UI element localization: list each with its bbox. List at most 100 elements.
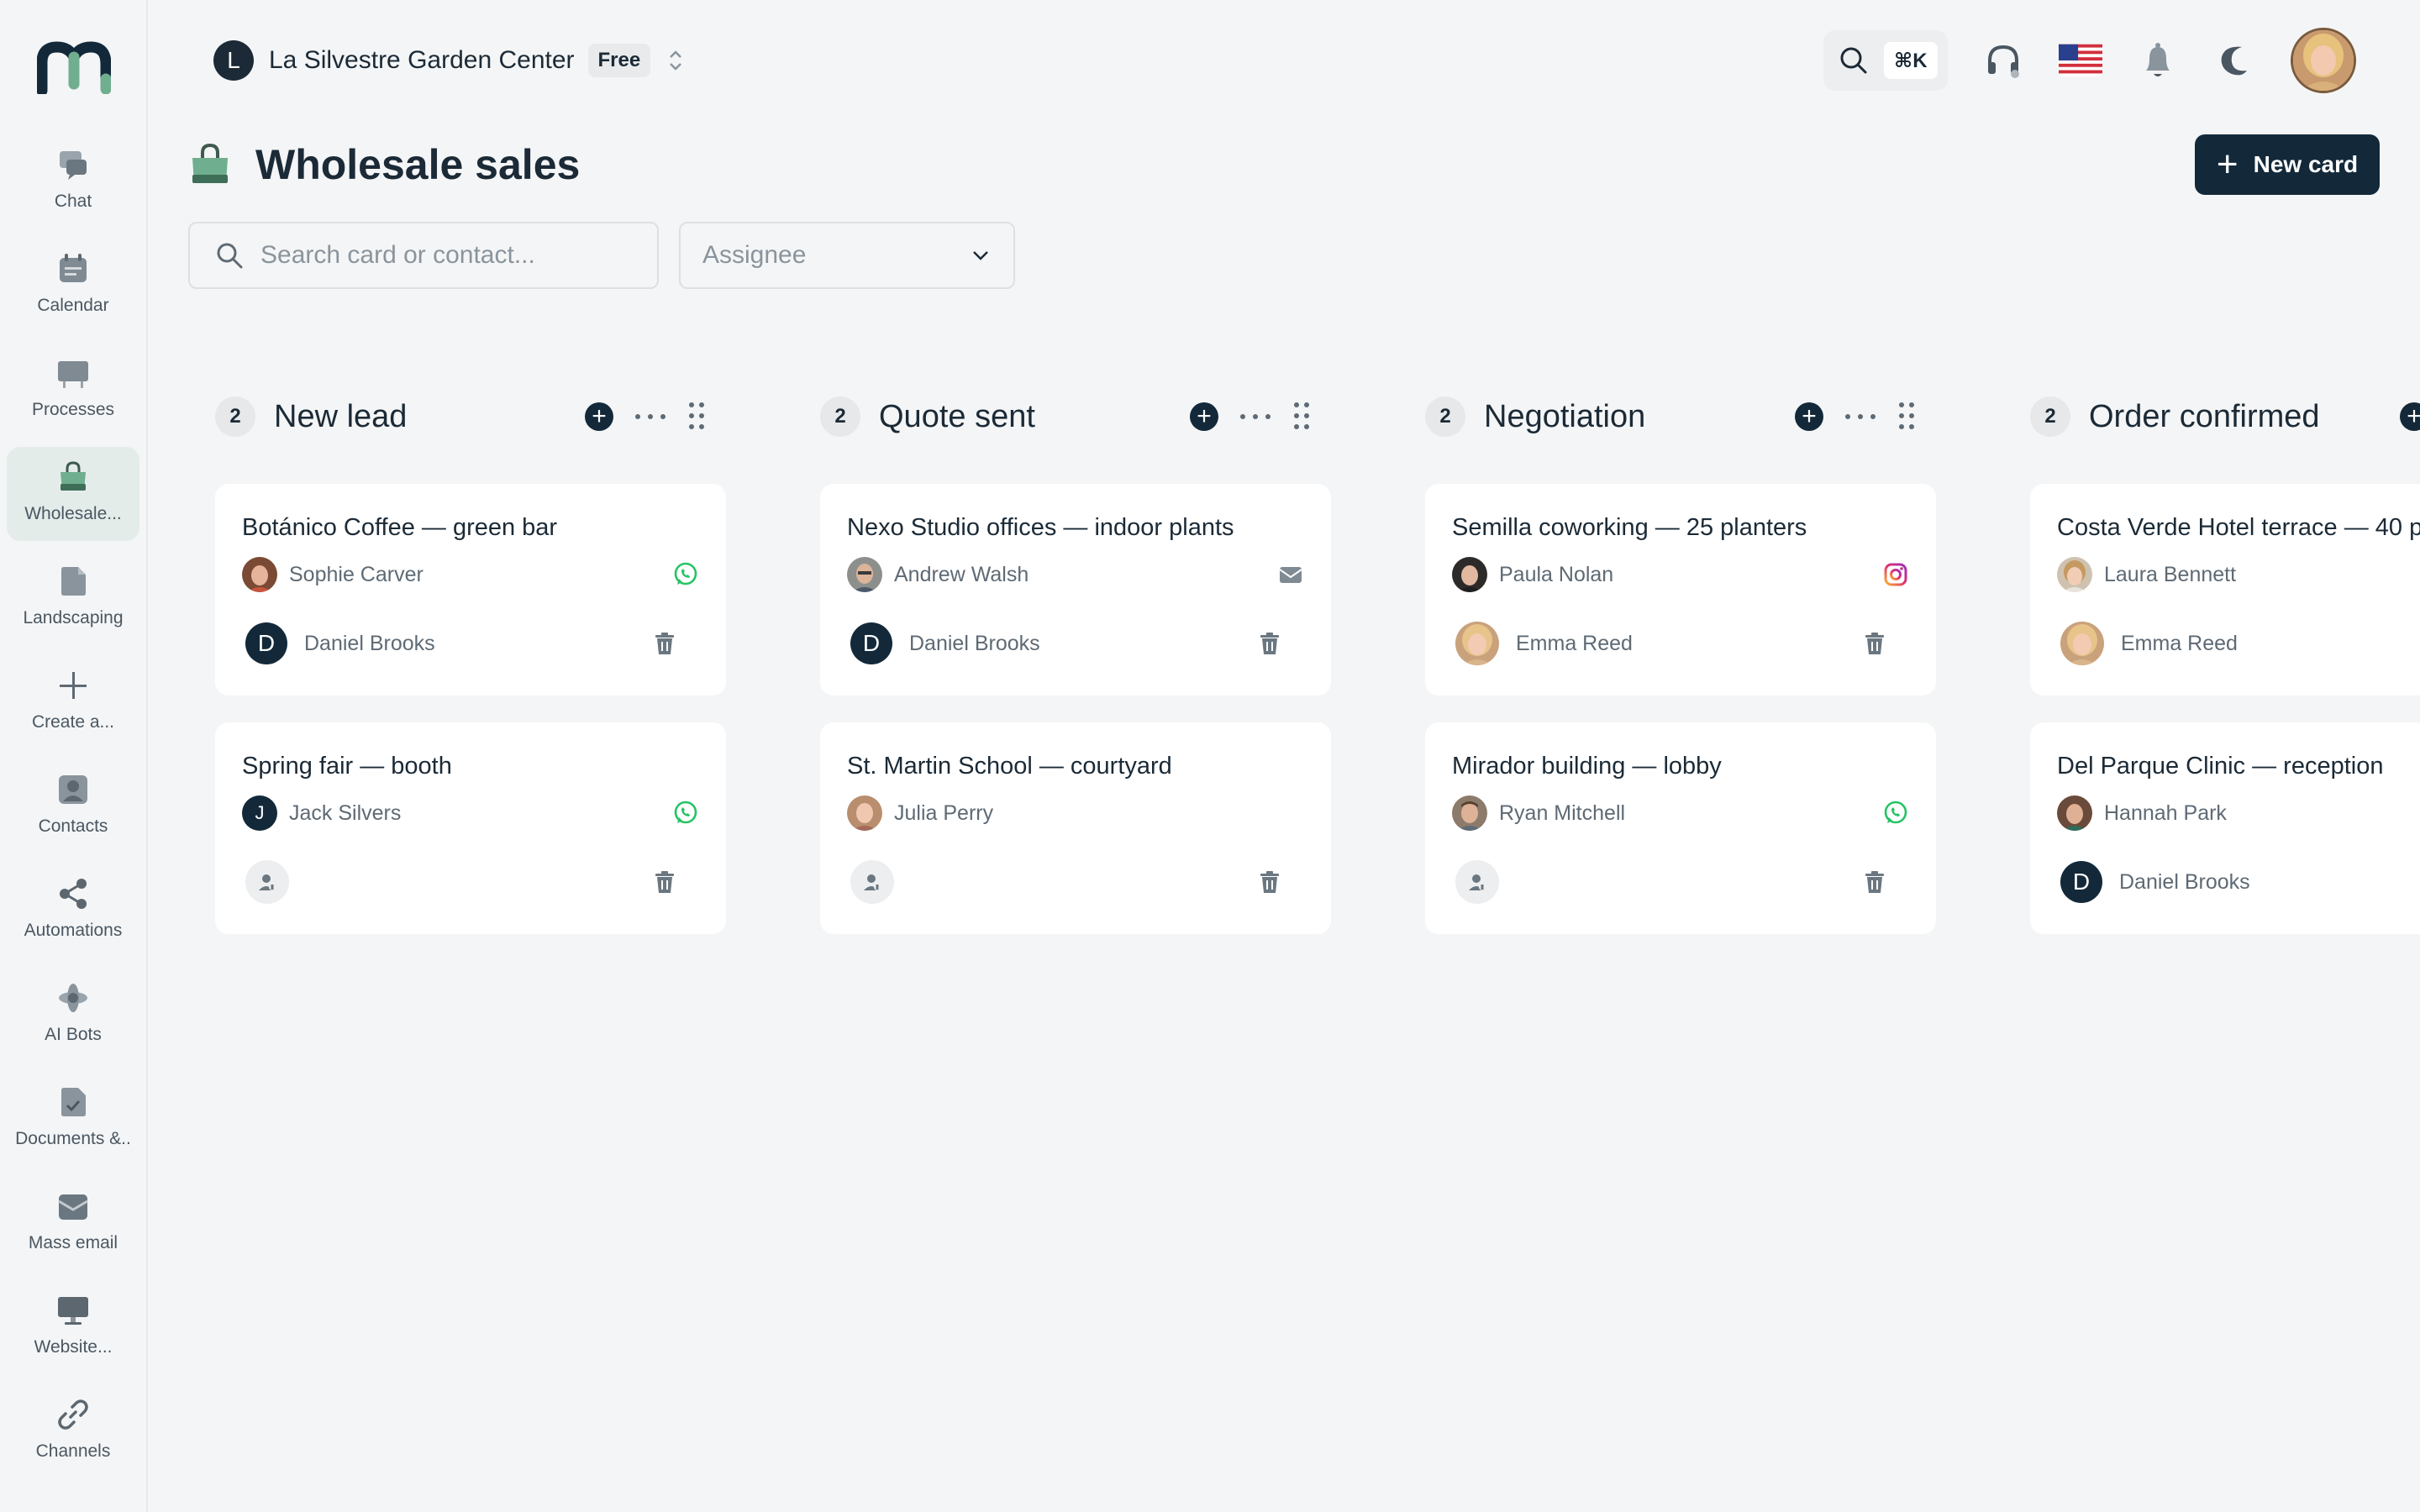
- column-title: New lead: [274, 398, 408, 434]
- column-new-lead: 2 New lead + Botánico Coffee — green bar…: [215, 390, 726, 934]
- contact-name: Ryan Mitchell: [1499, 801, 1626, 825]
- user-avatar[interactable]: [2291, 28, 2356, 93]
- bell-icon[interactable]: [2136, 39, 2180, 82]
- deal-card[interactable]: Botánico Coffee — green bar Sophie Carve…: [215, 484, 726, 696]
- column-header: 2 Order confirmed +: [2030, 390, 2420, 444]
- app-logo[interactable]: [37, 40, 111, 94]
- file-icon: [55, 563, 92, 600]
- card-title: Costa Verde Hotel terrace — 40 p: [2057, 514, 2420, 541]
- trash-icon[interactable]: [1864, 632, 1886, 655]
- add-card-icon[interactable]: +: [1190, 402, 1218, 431]
- card-contact: Laura Bennett: [2057, 556, 2420, 593]
- deal-card[interactable]: Spring fair — booth J Jack Silvers: [215, 722, 726, 934]
- monitor-icon: [55, 1292, 92, 1329]
- plus-icon: [55, 667, 92, 704]
- search-icon: [1840, 47, 1867, 74]
- sidebar-item-label: Processes: [31, 400, 115, 419]
- sidebar-item-mass-email[interactable]: Mass email: [7, 1176, 139, 1270]
- assign-user-icon[interactable]: [1455, 860, 1499, 904]
- instagram-icon: [1884, 563, 1907, 586]
- link-icon: [55, 1396, 92, 1433]
- sidebar-item-label: Channels: [35, 1441, 111, 1461]
- card-contact: Sophie Carver: [242, 556, 699, 593]
- column-negotiation: 2 Negotiation + Semilla coworking — 25 p…: [1425, 390, 1936, 934]
- owner-avatar: D: [245, 622, 287, 664]
- card-search: [188, 222, 659, 289]
- trash-icon[interactable]: [1864, 870, 1886, 894]
- owner-name: Daniel Brooks: [304, 631, 435, 655]
- sidebar-item-chat[interactable]: Chat: [7, 134, 139, 228]
- deal-card[interactable]: Semilla coworking — 25 planters Paula No…: [1425, 484, 1936, 696]
- card-owner: [847, 858, 1304, 906]
- add-card-icon[interactable]: +: [585, 402, 613, 431]
- sidebar-item-documents[interactable]: Documents &..: [7, 1072, 139, 1166]
- search-input[interactable]: [260, 241, 630, 270]
- trash-icon[interactable]: [654, 632, 676, 655]
- column-title: Quote sent: [879, 398, 1035, 434]
- search-icon: [217, 243, 243, 269]
- card-contact: Hannah Park: [2057, 795, 2420, 832]
- drag-handle-icon[interactable]: [1899, 402, 1914, 431]
- page-title: Wholesale sales: [255, 141, 581, 188]
- trash-icon[interactable]: [654, 870, 676, 894]
- us-flag-icon[interactable]: [2059, 39, 2102, 82]
- deal-card[interactable]: St. Martin School — courtyard Julia Perr…: [820, 722, 1331, 934]
- contact-name: Julia Perry: [894, 801, 994, 825]
- sidebar-item-contacts[interactable]: Contacts: [7, 759, 139, 853]
- contact-name: Andrew Walsh: [894, 562, 1029, 586]
- card-title: Mirador building — lobby: [1452, 753, 1722, 780]
- sidebar-item-website[interactable]: Website...: [7, 1280, 139, 1374]
- plan-badge: Free: [587, 44, 651, 77]
- ai-bot-icon: [55, 979, 92, 1016]
- assign-user-icon[interactable]: [245, 860, 289, 904]
- add-card-icon[interactable]: +: [2400, 402, 2420, 431]
- deal-card[interactable]: Del Parque Clinic — reception Hannah Par…: [2030, 722, 2420, 934]
- sidebar-item-ai-bots[interactable]: AI Bots: [7, 968, 139, 1062]
- sidebar-item-landscaping[interactable]: Landscaping: [7, 551, 139, 645]
- deal-card[interactable]: Mirador building — lobby Ryan Mitchell: [1425, 722, 1936, 934]
- assign-user-icon[interactable]: [850, 860, 894, 904]
- more-icon[interactable]: [635, 402, 666, 431]
- column-order-confirmed: 2 Order confirmed + Costa Verde Hotel te…: [2030, 390, 2420, 934]
- more-icon[interactable]: [1845, 402, 1876, 431]
- contact-avatar: [242, 557, 277, 592]
- sidebar-item-wholesale[interactable]: Wholesale...: [7, 447, 139, 541]
- sidebar-item-label: Documents &..: [15, 1129, 131, 1148]
- add-card-icon[interactable]: +: [1795, 402, 1823, 431]
- column-header: 2 New lead +: [215, 390, 726, 444]
- sidebar-item-label: Website...: [34, 1337, 113, 1357]
- sidebar-item-automations[interactable]: Automations: [7, 864, 139, 958]
- new-card-button[interactable]: + New card: [2195, 134, 2380, 195]
- sidebar-item-label: Calendar: [37, 296, 109, 315]
- org-switcher[interactable]: L La Silvestre Garden Center Free: [213, 40, 686, 81]
- drag-handle-icon[interactable]: [689, 402, 704, 431]
- email-icon: [1279, 567, 1302, 583]
- trash-icon[interactable]: [1259, 870, 1281, 894]
- shortcut-badge: ⌘K: [1884, 42, 1938, 79]
- owner-avatar: D: [850, 622, 892, 664]
- deal-card[interactable]: Costa Verde Hotel terrace — 40 p Laura B…: [2030, 484, 2420, 696]
- contact-name: Hannah Park: [2104, 801, 2227, 825]
- card-owner: [1452, 858, 1909, 906]
- moon-icon[interactable]: [2213, 39, 2257, 82]
- plus-icon: +: [2216, 144, 2238, 185]
- assignee-select[interactable]: Assignee: [679, 222, 1015, 289]
- sidebar-item-channels[interactable]: Channels: [7, 1384, 139, 1478]
- sidebar-item-create[interactable]: Create a...: [7, 655, 139, 749]
- drag-handle-icon[interactable]: [1294, 402, 1309, 431]
- deal-card[interactable]: Nexo Studio offices — indoor plants Andr…: [820, 484, 1331, 696]
- more-icon[interactable]: [1240, 402, 1270, 431]
- whatsapp-icon: [674, 801, 697, 824]
- trash-icon[interactable]: [1259, 632, 1281, 655]
- sidebar-item-processes[interactable]: Processes: [7, 343, 139, 437]
- card-contact: Paula Nolan: [1452, 556, 1909, 593]
- sidebar-item-calendar[interactable]: Calendar: [7, 239, 139, 333]
- owner-name: Emma Reed: [2121, 631, 2238, 655]
- headset-icon[interactable]: [1981, 39, 2025, 82]
- card-contact: J Jack Silvers: [242, 795, 699, 832]
- column-header: 2 Negotiation +: [1425, 390, 1936, 444]
- global-search-button[interactable]: ⌘K: [1823, 30, 1948, 91]
- chat-icon: [55, 146, 92, 183]
- card-owner: [242, 858, 699, 906]
- chevron-up-down-icon[interactable]: [666, 45, 686, 76]
